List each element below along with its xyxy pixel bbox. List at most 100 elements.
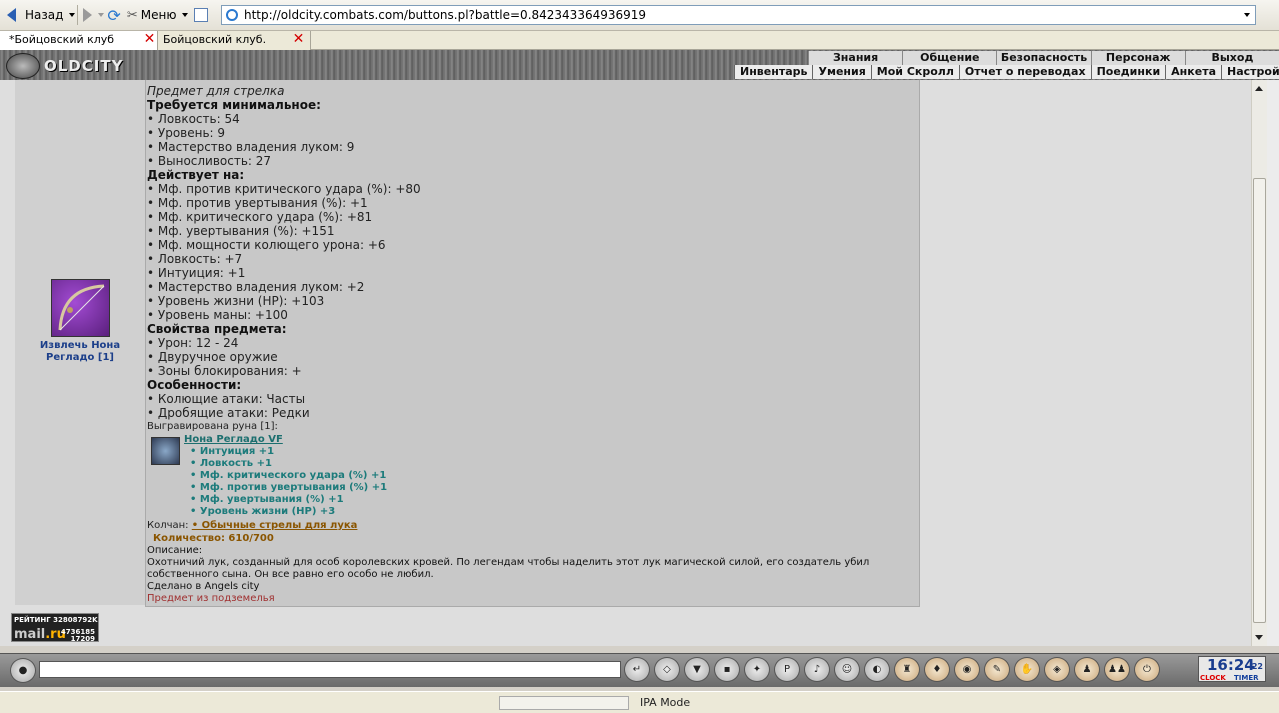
property-line: • Мастерство владения луком: 9 [147, 140, 355, 154]
property-line: • Зоны блокирования: + [147, 364, 302, 378]
rating-label: РЕЙТИНГ 32808792K [14, 616, 98, 624]
rune-bonus: • Мф. против увертывания (%) +1 [190, 482, 388, 493]
armor-icon[interactable]: ◈ [1044, 657, 1070, 682]
rating-badge[interactable]: РЕЙТИНГ 32808792K mail.ru 4736185 17209 [11, 613, 99, 643]
property-line: • Дробящие атаки: Редки [147, 406, 310, 420]
nav-communication[interactable]: Общение [902, 51, 996, 65]
helmet-icon[interactable]: ◐ [864, 657, 890, 682]
rune-header: Выгравирована руна [1]: [147, 421, 278, 432]
address-dropdown-icon[interactable] [1244, 13, 1250, 17]
browser-toolbar: Назад ⟳ ✂ Меню http://oldcity.combats.co… [0, 0, 1279, 31]
enter-icon[interactable]: ↵ [624, 657, 650, 682]
description-label: Описание: [147, 545, 203, 556]
property-line: • Ловкость: 54 [147, 112, 240, 126]
save-icon[interactable]: ▪ [714, 657, 740, 682]
rune-name-link[interactable]: Нона Регладо VF [184, 434, 283, 445]
nav-my-scroll[interactable]: Мой Скролл [870, 65, 959, 79]
address-bar[interactable]: http://oldcity.combats.com/buttons.pl?ba… [221, 5, 1256, 25]
dungeon-note: Предмет из подземелья [147, 593, 275, 604]
chat-input[interactable] [39, 661, 621, 678]
property-line: • Уровень маны: +100 [147, 308, 288, 322]
forward-button[interactable] [80, 3, 95, 27]
team-icon[interactable]: ♟♟ [1104, 657, 1130, 682]
back-dropdown-icon[interactable] [69, 13, 76, 17]
scroll-thumb[interactable] [1253, 178, 1266, 623]
quiver-count: Количество: 610/700 [153, 533, 274, 544]
logo: OLDCITY [6, 52, 123, 80]
pouch-icon[interactable]: ♦ [924, 657, 950, 682]
extract-rune-link[interactable]: Извлечь Нона Регладо [1] [15, 340, 145, 364]
back-button[interactable]: Назад [4, 3, 66, 27]
refresh-icon: ⟳ [107, 5, 121, 25]
tab-inactive[interactable]: Бойцовский клуб. ✕ [158, 31, 311, 50]
smile-icon[interactable]: ☺ [834, 657, 860, 682]
page-button[interactable] [191, 3, 211, 27]
chat-toolbar: ● ↵ ◇ ▼ ▪ ✦ P ♪ ☺ ◐ ♜ ♦ ◉ ✎ ✋ ◈ ♟ ♟♟ ⏻ 16:24 22 CLOCK TIM… [0, 653, 1279, 687]
timer-label: TIMER [1234, 674, 1259, 682]
address-url[interactable]: http://oldcity.combats.com/buttons.pl?ba… [244, 8, 646, 22]
menu-label: Меню [140, 8, 177, 22]
mask-icon[interactable]: ◉ [954, 657, 980, 682]
clock-time: 16:24 [1207, 656, 1255, 674]
logo-emblem-icon [6, 53, 40, 79]
nav-inventory[interactable]: Инвентарь [734, 65, 812, 79]
tab-label: *Бойцовский клуб [9, 33, 115, 46]
rune-bonus: • Уровень жизни (HP) +3 [190, 506, 336, 517]
pl-icon[interactable]: P [774, 657, 800, 682]
nav-security[interactable]: Безопасность [996, 51, 1090, 65]
property-line: • Интуиция: +1 [147, 266, 246, 280]
separator [77, 5, 79, 25]
clock-seconds: 22 [1251, 662, 1263, 671]
scroll-up-icon[interactable] [1255, 86, 1263, 91]
vertical-scrollbar[interactable] [1251, 80, 1267, 646]
description-text-2: собственного сына. Он все равно его особ… [147, 569, 434, 580]
nav-skills[interactable]: Умения [812, 65, 870, 79]
rune-bonus: • Интуиция +1 [190, 446, 275, 457]
menu-button[interactable]: ✂ Меню [124, 3, 192, 27]
group-icon[interactable]: ♟ [1074, 657, 1100, 682]
property-line: • Двуручное оружие [147, 350, 278, 364]
property-line: • Мф. мощности колющего урона: +6 [147, 238, 386, 252]
section-header: Свойства предмета: [147, 322, 287, 336]
tools-icon: ✂ [126, 7, 138, 23]
close-icon[interactable]: ✕ [292, 32, 305, 46]
rune-bonus: • Мф. критического удара (%) +1 [190, 470, 387, 481]
tab-active[interactable]: *Бойцовский клуб ✕ [0, 31, 158, 50]
tab-label: Бойцовский клуб. [163, 33, 267, 46]
forward-arrow-icon [83, 8, 93, 22]
property-line: • Колющие атаки: Часты [147, 392, 306, 406]
nav-fights[interactable]: Поединки [1090, 65, 1166, 79]
nav-profile[interactable]: Анкета [1165, 65, 1221, 79]
property-line: • Урон: 12 - 24 [147, 336, 239, 350]
nav-character[interactable]: Персонаж [1090, 51, 1185, 65]
scroll-down-icon[interactable] [1255, 635, 1263, 640]
nav-knowledge[interactable]: Знания [808, 51, 902, 65]
gear-hand-icon[interactable]: ✋ [1014, 657, 1040, 682]
eraser-icon[interactable]: ◇ [654, 657, 680, 682]
rune-icon[interactable] [151, 437, 180, 465]
runner-icon[interactable]: ✦ [744, 657, 770, 682]
quiver-arrows-link[interactable]: • Обычные стрелы для лука [192, 520, 358, 531]
filter-icon[interactable]: ▼ [684, 657, 710, 682]
nav-exit[interactable]: Выход [1184, 51, 1279, 65]
property-line: • Мф. критического удара (%): +81 [147, 210, 373, 224]
back-label: Назад [25, 8, 64, 22]
description-text-1: Охотничий лук, созданный для особ короле… [147, 557, 870, 568]
section-header: Действует на: [147, 168, 245, 182]
bow-icon[interactable] [51, 279, 110, 337]
close-icon[interactable]: ✕ [143, 32, 156, 46]
exit-icon[interactable]: ⏻ [1134, 657, 1160, 682]
nav-settings[interactable]: Настройки [1221, 65, 1279, 79]
right-margin [1267, 80, 1279, 646]
logo-text: OLDCITY [44, 57, 124, 75]
property-line: • Ловкость: +7 [147, 252, 243, 266]
refresh-button[interactable]: ⟳ [104, 3, 123, 27]
music-icon[interactable]: ♪ [804, 657, 830, 682]
scroll-icon[interactable]: ✎ [984, 657, 1010, 682]
page-content: Извлечь Нона Регладо [1] Предмет для стр… [0, 80, 1251, 646]
nav-transfer-report[interactable]: Отчет о переводах [958, 65, 1091, 79]
browser-window: Назад ⟳ ✂ Меню http://oldcity.combats.co… [0, 0, 1279, 713]
quiver: Колчан: • Обычные стрелы для лука [147, 520, 357, 531]
bag-icon[interactable]: ♜ [894, 657, 920, 682]
chat-mode-icon[interactable]: ● [10, 658, 36, 683]
